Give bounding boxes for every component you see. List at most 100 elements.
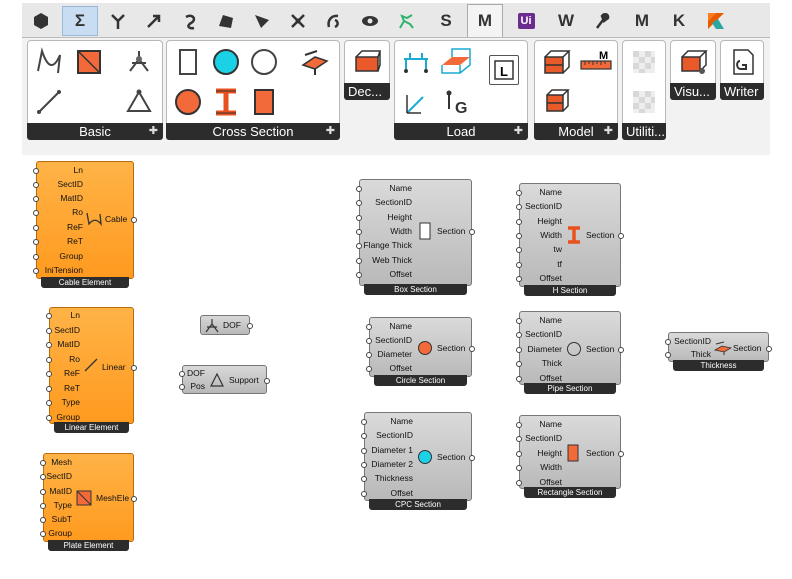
support-component[interactable]: DOF Pos Support: [179, 365, 270, 394]
input-grip[interactable]: [46, 313, 52, 319]
cpc-section-button[interactable]: [209, 45, 243, 79]
output-grip[interactable]: [264, 378, 270, 384]
input-grip[interactable]: [361, 433, 367, 439]
input-grip[interactable]: [46, 386, 52, 392]
input-grip[interactable]: [516, 347, 522, 353]
input-grip[interactable]: [33, 168, 39, 174]
input-grip[interactable]: [356, 258, 362, 264]
plate-tool-button[interactable]: [72, 45, 106, 79]
pipe-section-button[interactable]: [247, 45, 281, 79]
input-grip[interactable]: [516, 233, 522, 239]
input-grip[interactable]: [33, 225, 39, 231]
thickness-button[interactable]: [297, 45, 331, 79]
pipe-section-component[interactable]: Name SectionID Diameter Thick Offset Sec…: [516, 311, 624, 394]
visualize-button[interactable]: [676, 45, 710, 79]
circle-section-component[interactable]: Name SectionID Diameter Offset Section C…: [366, 317, 475, 386]
tab-w[interactable]: W: [552, 6, 580, 36]
plate-element-component[interactable]: Mesh SectID MatID Type SubT Group MeshEl…: [40, 453, 137, 551]
input-grip[interactable]: [516, 376, 522, 382]
nodal-load-button[interactable]: [399, 45, 433, 79]
input-grip[interactable]: [516, 276, 522, 282]
circle-section-button[interactable]: [171, 85, 205, 119]
input-grip[interactable]: [516, 436, 522, 442]
input-grip[interactable]: [356, 200, 362, 206]
tab-k2[interactable]: [702, 6, 730, 36]
input-grip[interactable]: [356, 229, 362, 235]
output-grip[interactable]: [469, 455, 475, 461]
output-grip[interactable]: [618, 347, 624, 353]
point-load-button[interactable]: [399, 85, 433, 119]
input-grip[interactable]: [46, 342, 52, 348]
input-grip[interactable]: [356, 186, 362, 192]
input-grip[interactable]: [516, 480, 522, 486]
output-grip[interactable]: [618, 451, 624, 457]
input-grip[interactable]: [361, 491, 367, 497]
output-grip[interactable]: [766, 346, 772, 352]
tab-surface[interactable]: [212, 6, 240, 36]
input-grip[interactable]: [46, 328, 52, 334]
tab-vector[interactable]: [140, 6, 168, 36]
assemble-model-button[interactable]: [539, 45, 573, 79]
input-grip[interactable]: [40, 503, 46, 509]
tab-mesh[interactable]: [248, 6, 276, 36]
output-grip[interactable]: [131, 496, 137, 502]
dof-component[interactable]: DOF: [200, 315, 253, 335]
h-section-button[interactable]: [209, 85, 243, 119]
linear-tool-button[interactable]: [32, 85, 66, 119]
expand-icon[interactable]: ✚: [326, 123, 335, 140]
expand-icon[interactable]: ✚: [604, 123, 613, 140]
tab-transform[interactable]: [320, 6, 348, 36]
input-grip[interactable]: [516, 247, 522, 253]
input-grip[interactable]: [516, 451, 522, 457]
input-grip[interactable]: [33, 210, 39, 216]
tab-ui[interactable]: Ui: [512, 6, 540, 36]
input-grip[interactable]: [366, 366, 372, 372]
tab-k[interactable]: K: [665, 6, 693, 36]
h-section-component[interactable]: Name SectionID Height Width tw tf Offset…: [516, 183, 624, 296]
expand-icon[interactable]: ✚: [149, 123, 158, 140]
input-grip[interactable]: [179, 371, 185, 377]
input-grip[interactable]: [46, 371, 52, 377]
gravity-load-button[interactable]: G: [439, 85, 473, 119]
tab-sets[interactable]: [104, 6, 132, 36]
input-grip[interactable]: [356, 243, 362, 249]
input-grip[interactable]: [361, 476, 367, 482]
decompose-button[interactable]: [350, 45, 384, 79]
input-grip[interactable]: [179, 384, 185, 390]
input-grip[interactable]: [46, 415, 52, 421]
input-grip[interactable]: [33, 239, 39, 245]
input-grip[interactable]: [516, 361, 522, 367]
input-grip[interactable]: [366, 324, 372, 330]
box-section-button[interactable]: [171, 45, 205, 79]
rectangle-section-button[interactable]: [247, 85, 281, 119]
input-grip[interactable]: [516, 318, 522, 324]
input-grip[interactable]: [33, 196, 39, 202]
input-grip[interactable]: [356, 272, 362, 278]
tab-intersect[interactable]: [284, 6, 312, 36]
tab-s[interactable]: S: [432, 6, 460, 36]
tab-m[interactable]: M: [467, 4, 503, 37]
box-section-component[interactable]: Name SectionID Height Width Flange Thick…: [356, 179, 475, 295]
area-load-button[interactable]: [439, 45, 473, 79]
input-grip[interactable]: [356, 215, 362, 221]
output-grip[interactable]: [469, 229, 475, 235]
tab-m2[interactable]: M: [628, 6, 656, 36]
input-grip[interactable]: [33, 182, 39, 188]
input-grip[interactable]: [40, 531, 46, 537]
cable-element-component[interactable]: Ln SectID MatID Ro ReF ReT Group IniTens…: [33, 161, 137, 288]
cpc-section-component[interactable]: Name SectionID Diameter 1 Diameter 2 Thi…: [361, 412, 475, 510]
dof-tool-button[interactable]: [122, 45, 156, 79]
input-grip[interactable]: [516, 332, 522, 338]
input-grip[interactable]: [665, 352, 671, 358]
output-grip[interactable]: [469, 346, 475, 352]
input-grip[interactable]: [40, 517, 46, 523]
input-grip[interactable]: [40, 474, 46, 480]
output-grip[interactable]: [131, 365, 137, 371]
input-grip[interactable]: [516, 262, 522, 268]
utility-button-1[interactable]: [627, 45, 661, 79]
input-grip[interactable]: [516, 465, 522, 471]
cable-tool-button[interactable]: [32, 45, 66, 79]
tab-display[interactable]: [356, 6, 384, 36]
input-grip[interactable]: [33, 254, 39, 260]
utility-button-2[interactable]: [627, 85, 661, 119]
